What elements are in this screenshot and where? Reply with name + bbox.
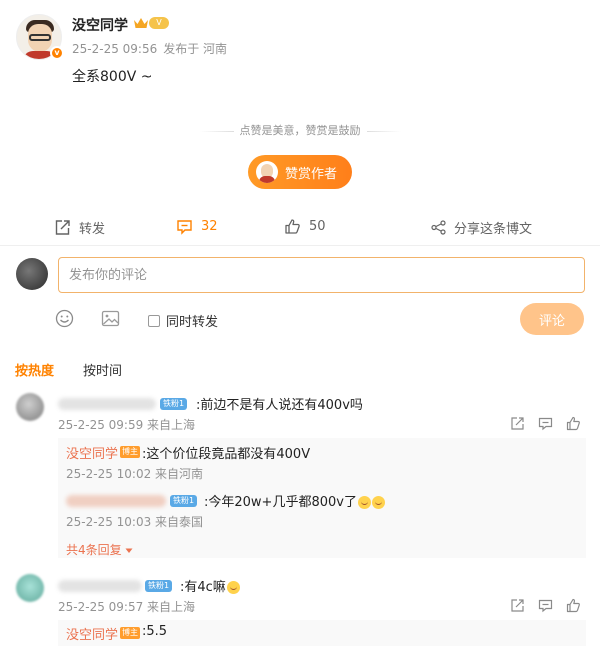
commenter-avatar[interactable]: [16, 574, 44, 602]
thumbs-up-icon[interactable]: [566, 598, 581, 613]
repost-icon[interactable]: [510, 598, 525, 613]
more-replies-link[interactable]: 共4条回复: [66, 541, 133, 558]
reward-author-avatar: [256, 161, 278, 183]
comment-time: 25-2-25 09:57 来自上海: [58, 600, 196, 614]
verified-badge-icon: v: [50, 46, 64, 60]
current-user-avatar: [16, 258, 48, 290]
reply-author-name[interactable]: 没空同学: [66, 624, 118, 643]
emoji-icon: [357, 496, 371, 509]
reply-author-name[interactable]: 没空同学: [66, 443, 118, 462]
reply-time: 25-2-25 10:03 来自泰国: [66, 515, 204, 529]
like-count: 50: [309, 219, 326, 234]
comment-input[interactable]: [58, 257, 585, 293]
author-name[interactable]: 没空同学: [72, 15, 128, 35]
reward-tagline: 点赞是美意，赞赏是鼓励: [0, 122, 600, 138]
tab-sort-time[interactable]: 按时间: [83, 360, 122, 379]
commenter-name-blurred[interactable]: [58, 580, 142, 592]
chevron-down-icon: [125, 548, 133, 553]
emoji-icon: [226, 581, 240, 594]
more-replies-label: 共4条回复: [66, 543, 122, 557]
emoji-icon: [371, 496, 385, 509]
reward-tagline-text: 点赞是美意，赞赏是鼓励: [239, 124, 361, 137]
checkbox-box[interactable]: [148, 314, 160, 327]
share-button[interactable]: 分享这条博文: [431, 218, 532, 237]
comment-text-body: :有4c嘛: [180, 580, 226, 595]
reward-button-label: 赞赏作者: [285, 166, 338, 182]
commenter-name-blurred[interactable]: [58, 398, 156, 410]
reply-icon[interactable]: [538, 598, 553, 613]
crown-icon: [134, 18, 148, 28]
blogger-badge: 博主: [120, 446, 140, 458]
repost-option-label: 同时转发: [166, 315, 219, 330]
vip-badge[interactable]: V: [149, 17, 169, 29]
post-meta: 25-2-25 09:56 发布于 河南: [72, 40, 227, 57]
reward-author-button[interactable]: 赞赏作者: [248, 155, 352, 189]
comment-icon: [177, 220, 192, 235]
post-location: 发布于 河南: [163, 42, 228, 56]
repost-icon: [55, 220, 70, 235]
comment-button[interactable]: 32: [176, 218, 218, 235]
reply-text: :5.5: [142, 624, 168, 639]
reply-text: :这个价位段竟品都没有400V: [142, 447, 311, 462]
repost-button[interactable]: 转发: [54, 218, 105, 237]
action-divider: [0, 245, 600, 246]
thumbs-up-icon[interactable]: [566, 416, 581, 431]
repost-icon[interactable]: [510, 416, 525, 431]
repost-label: 转发: [79, 222, 106, 237]
reply-text: :今年20w+几乎都800v了: [204, 491, 385, 510]
post-timestamp[interactable]: 25-2-25 09:56: [72, 42, 157, 56]
image-upload-icon[interactable]: [101, 309, 120, 328]
comment-text: :前边不是有人说还有400v吗: [196, 398, 363, 413]
reply-icon[interactable]: [538, 416, 553, 431]
comment-time: 25-2-25 09:59 来自上海: [58, 418, 196, 432]
fan-badge: 铁粉1: [145, 580, 173, 592]
fan-badge: 铁粉1: [160, 398, 188, 410]
thumbs-up-icon: [285, 219, 300, 234]
emoji-icon[interactable]: [55, 309, 74, 328]
like-button[interactable]: 50: [284, 218, 326, 235]
fan-badge: 铁粉1: [170, 495, 198, 507]
tab-sort-hot[interactable]: 按热度: [15, 360, 54, 379]
reply-text-body: :今年20w+几乎都800v了: [204, 495, 357, 510]
blogger-badge: 博主: [120, 627, 140, 639]
submit-comment-button[interactable]: 评论: [520, 303, 584, 335]
comment-text: :有4c嘛: [180, 576, 240, 595]
reply-time: 25-2-25 10:02 来自河南: [66, 467, 204, 481]
share-label: 分享这条博文: [454, 222, 533, 237]
comment-count: 32: [201, 219, 218, 234]
repost-checkbox[interactable]: 同时转发: [148, 311, 218, 330]
share-icon: [431, 220, 446, 235]
post-text: 全系800V ~: [72, 69, 153, 85]
comment-actions: [510, 598, 581, 613]
reply-author-name-blurred[interactable]: [66, 495, 166, 507]
comment-actions: [510, 416, 581, 431]
commenter-avatar[interactable]: [16, 393, 44, 421]
